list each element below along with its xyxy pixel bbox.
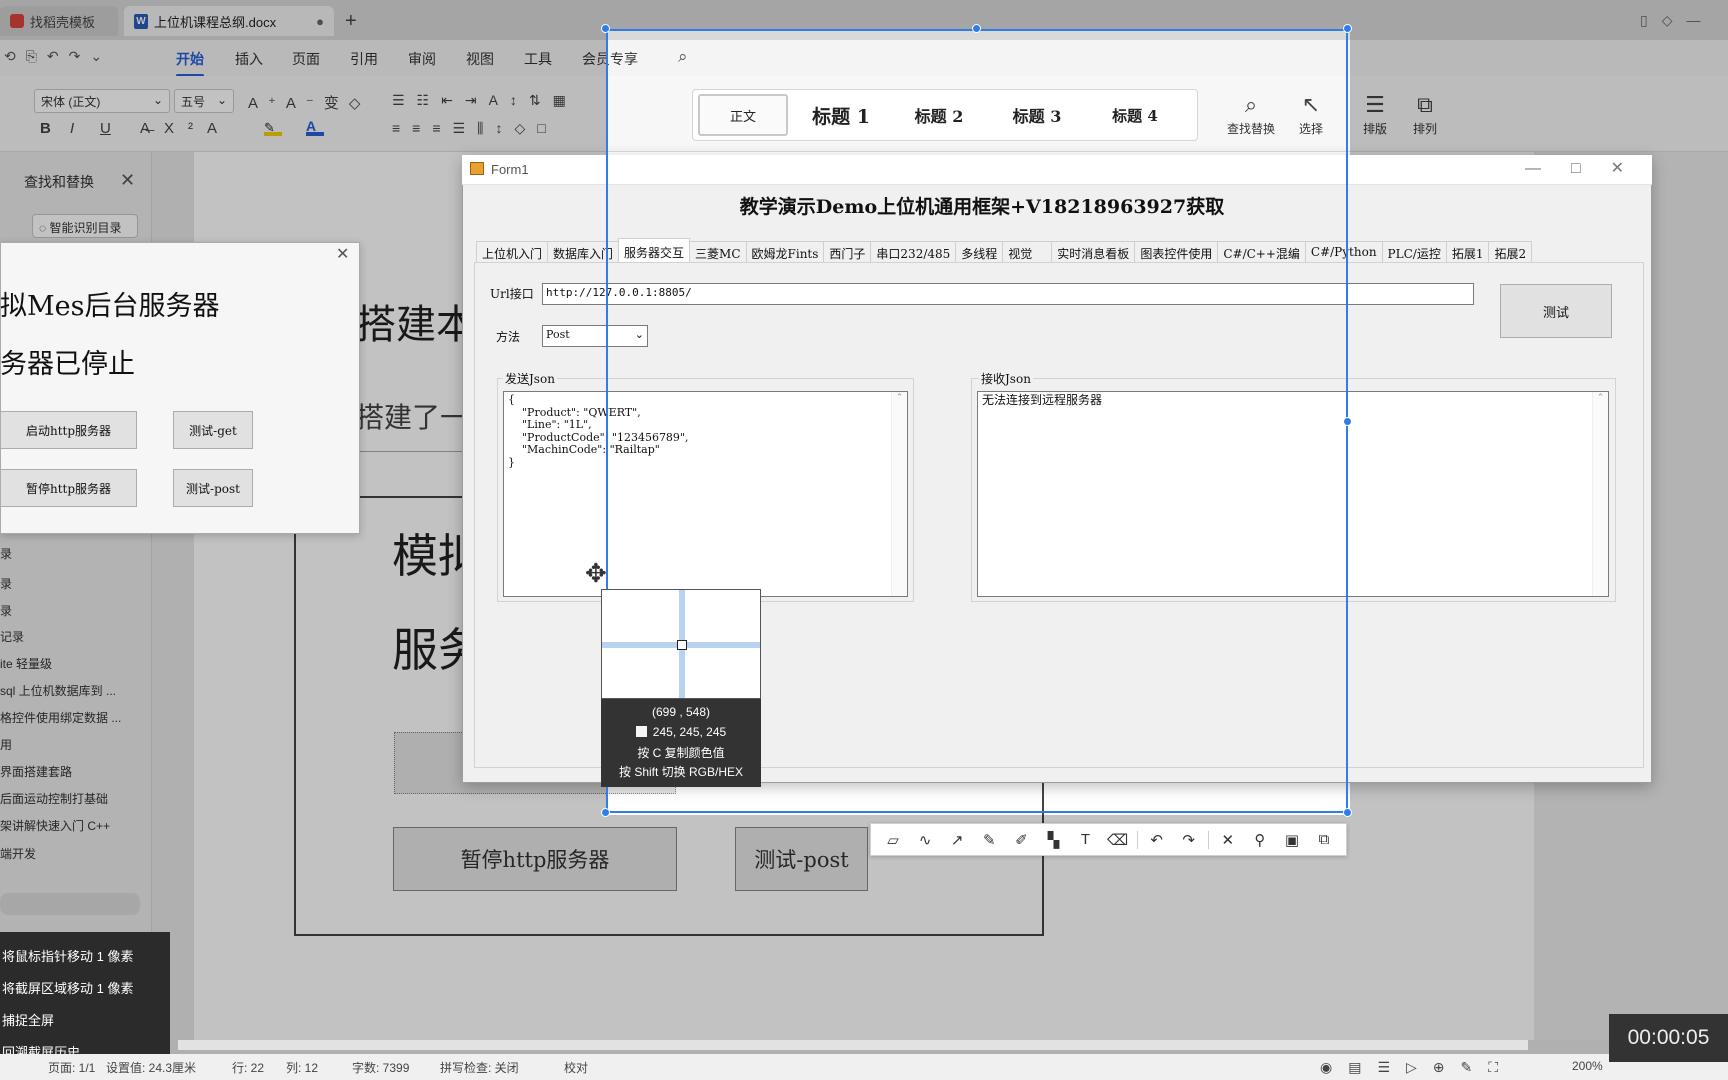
undo-icon[interactable]: ↶: [1141, 823, 1173, 856]
recording-timer: 00:00:05: [1609, 1014, 1728, 1062]
eraser-tool-icon[interactable]: ⌫: [1102, 823, 1134, 856]
method-label: 方法: [496, 330, 521, 344]
view-mode-icons[interactable]: ◉▤☰▷⊕✎⛶: [1320, 1059, 1514, 1076]
resize-handle[interactable]: [1343, 808, 1352, 817]
hint-shift: 按 Shift 切换 RGB/HEX: [618, 765, 744, 779]
mes-close-icon[interactable]: ✕: [336, 244, 349, 264]
magnifier: [601, 589, 761, 699]
stop-http-button[interactable]: 暂停http服务器: [0, 469, 137, 507]
copy-icon[interactable]: ⧉: [1308, 823, 1340, 856]
pixel-rgb: 245, 245, 245: [652, 725, 727, 739]
hint-move-pointer: 将鼠标指针移动 1 像素: [2, 949, 134, 964]
tab-intro[interactable]: 上位机入门: [476, 241, 549, 263]
form1-app-icon: [470, 162, 484, 175]
redo-icon[interactable]: ↷: [1173, 823, 1205, 856]
tab-plc[interactable]: PLC/运控: [1381, 241, 1447, 263]
line-tool-icon[interactable]: ∿: [909, 823, 941, 856]
mes-status: 务器已停止: [0, 349, 135, 380]
mes-title: 拟Mes后台服务器: [0, 291, 220, 322]
hint-fullscreen: 捕捉全屏: [2, 1013, 55, 1028]
test-post-button[interactable]: 测试-post: [173, 469, 253, 507]
resize-handle[interactable]: [1343, 24, 1352, 33]
color-swatch: [635, 726, 647, 737]
move-cursor-icon: ✥: [585, 558, 607, 588]
recv-json-scrollbar[interactable]: ⌃: [1592, 392, 1608, 596]
toolbar-divider: [1136, 830, 1138, 849]
status-page: 页面: 1/1: [48, 1061, 96, 1075]
marker-tool-icon[interactable]: ✐: [1005, 823, 1037, 856]
resize-handle[interactable]: [601, 24, 610, 33]
tab-ext2[interactable]: 拓展2: [1488, 241, 1533, 263]
test-get-button[interactable]: 测试-get: [173, 411, 253, 449]
shortcut-hints: 将鼠标指针移动 1 像素 将截屏区域移动 1 像素 捕捉全屏 回溯截屏历史: [0, 932, 170, 1060]
capture-toolbar: ▱ ∿ ↗ ✎ ✐ ▚ T ⌫ ↶ ↷ ✕ ⚲ ▣ ⧉: [870, 823, 1347, 856]
tab-ext1[interactable]: 拓展1: [1445, 241, 1490, 263]
form1-title: Form1: [491, 162, 529, 177]
pin-icon[interactable]: ⚲: [1244, 823, 1276, 856]
method-value: Post: [546, 328, 570, 341]
status-words[interactable]: 字数: 7399: [352, 1059, 409, 1076]
send-json-label: 发送Json: [503, 370, 557, 387]
arrow-tool-icon[interactable]: ↗: [941, 823, 973, 856]
status-col: 列: 12: [286, 1061, 319, 1075]
magnifier-info: (699 , 548) 245, 245, 245 按 C 复制颜色值 按 Sh…: [601, 699, 761, 787]
text-tool-icon[interactable]: T: [1069, 823, 1101, 856]
shape-tool-icon[interactable]: ▱: [877, 823, 909, 856]
form1-window-controls[interactable]: —□✕: [1525, 158, 1654, 178]
hint-copy: 按 C 复制颜色值: [637, 746, 725, 760]
cursor-coords: (699 , 548): [651, 705, 711, 719]
url-label: Url接口: [490, 287, 534, 301]
status-setting: 设置值: 24.3厘米: [106, 1061, 197, 1075]
mosaic-tool-icon[interactable]: ▚: [1037, 823, 1069, 856]
hint-move-area: 将截屏区域移动 1 像素: [2, 981, 134, 996]
status-row: 行: 22: [232, 1061, 265, 1075]
status-proof[interactable]: 校对: [564, 1059, 588, 1076]
horizontal-scrollbar[interactable]: [178, 1040, 1528, 1050]
crosshair-center: [677, 640, 687, 650]
status-spell[interactable]: 拼写检查: 关闭: [440, 1059, 519, 1076]
toolbar-divider: [1207, 830, 1209, 849]
test-button[interactable]: 测试: [1500, 284, 1612, 338]
resize-handle[interactable]: [601, 808, 610, 817]
start-http-button[interactable]: 启动http服务器: [0, 411, 137, 449]
resize-handle[interactable]: [1343, 417, 1352, 426]
status-zoom[interactable]: 200%: [1572, 1059, 1603, 1073]
save-icon[interactable]: ▣: [1276, 823, 1308, 856]
pen-tool-icon[interactable]: ✎: [973, 823, 1005, 856]
cancel-icon[interactable]: ✕: [1212, 823, 1244, 856]
resize-handle[interactable]: [972, 24, 981, 33]
